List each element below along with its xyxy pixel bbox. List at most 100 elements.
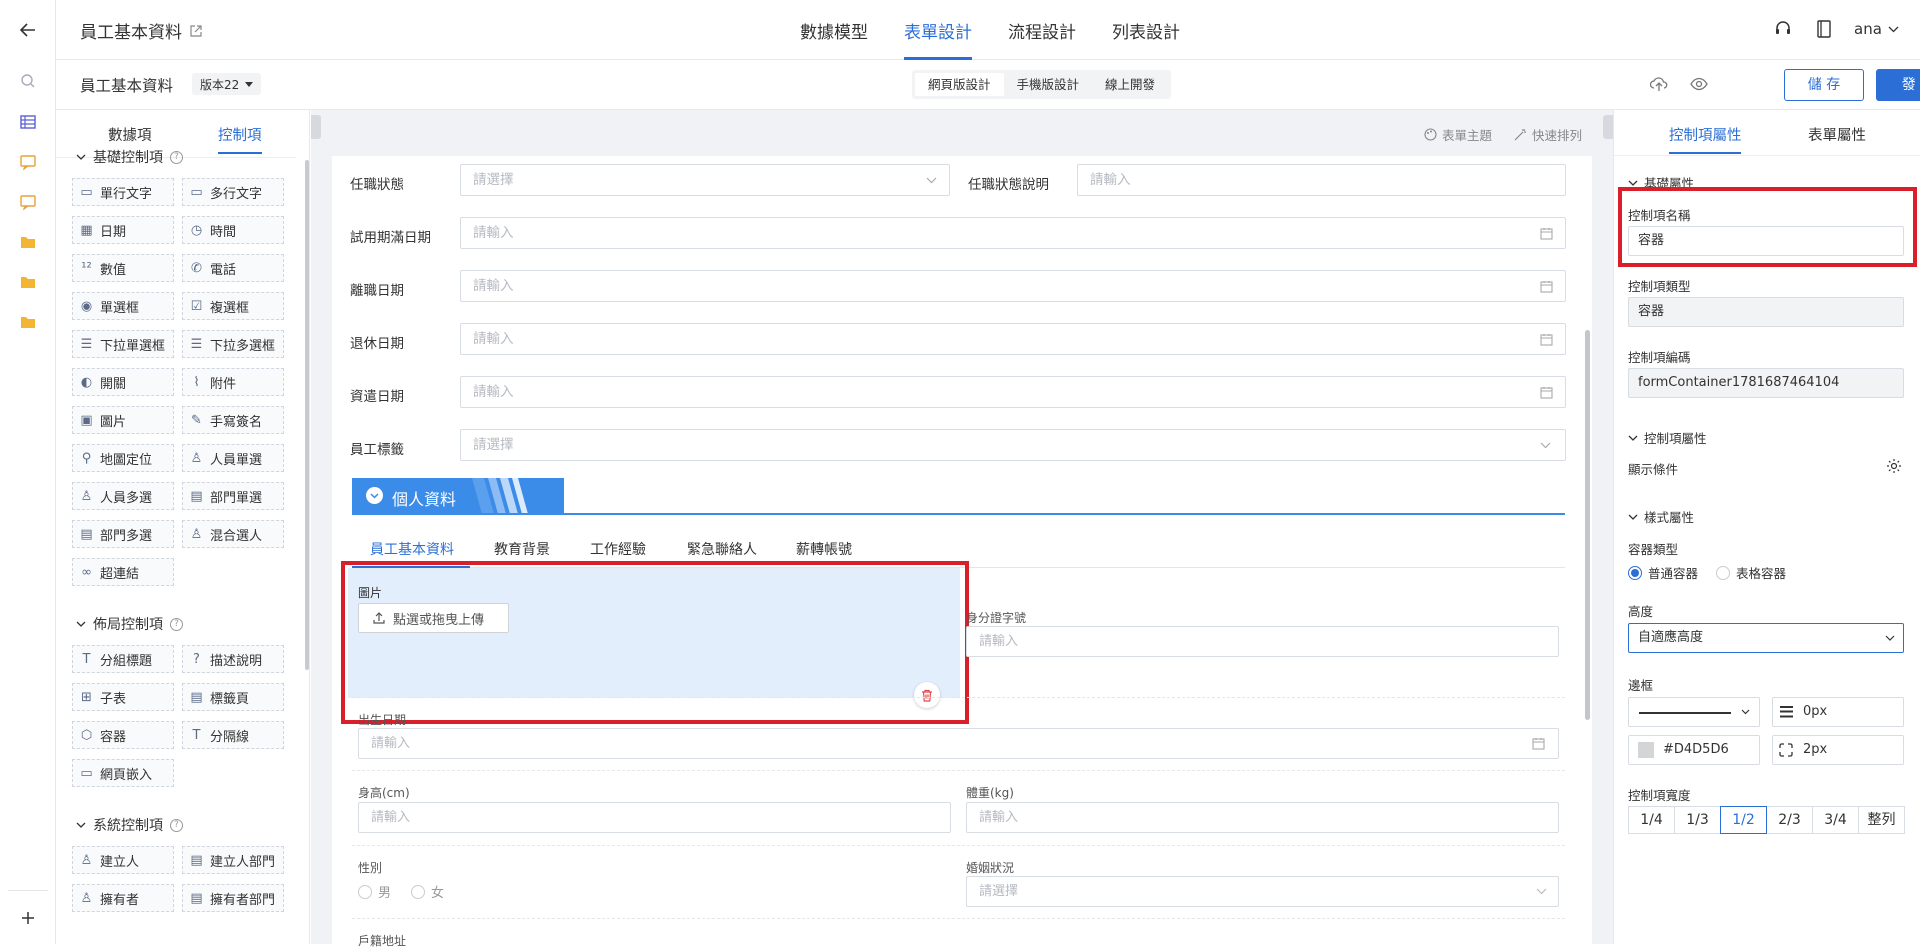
chat-icon[interactable] bbox=[17, 151, 39, 173]
user-menu[interactable]: ana bbox=[1854, 20, 1899, 38]
control-item-rect[interactable]: ▭ 多行文字 bbox=[182, 178, 284, 206]
collapse-circle-icon[interactable] bbox=[366, 487, 383, 504]
control-item-image[interactable]: ▣ 圖片 bbox=[72, 406, 174, 434]
mode-mobile[interactable]: 手機版設計 bbox=[1004, 73, 1093, 96]
width-option-button[interactable]: 1/2 bbox=[1720, 806, 1767, 834]
section-header[interactable] bbox=[352, 478, 564, 514]
plus-icon[interactable] bbox=[17, 907, 39, 929]
radio-table-container[interactable] bbox=[1716, 565, 1731, 580]
row-input[interactable]: 請輸入 bbox=[1077, 164, 1566, 196]
height-select[interactable]: 自適應高度 bbox=[1628, 623, 1904, 653]
group-title[interactable]: 佈局控制項? bbox=[76, 614, 183, 634]
width-option-button[interactable]: 2/3 bbox=[1766, 806, 1813, 834]
tab-list-design[interactable]: 列表設計 bbox=[1112, 18, 1180, 60]
subtab[interactable]: 緊急聯絡人 bbox=[687, 539, 757, 559]
control-item-web[interactable]: ▭ 網頁嵌入 bbox=[72, 759, 174, 787]
row-input[interactable]: 請選擇 bbox=[460, 429, 1566, 461]
folder-icon[interactable] bbox=[17, 271, 39, 293]
tab-controls[interactable]: 控制項 bbox=[218, 124, 262, 154]
id-input[interactable]: 請輸入 bbox=[966, 626, 1559, 657]
control-item-num[interactable]: ¹² 數值 bbox=[72, 254, 174, 282]
marital-select[interactable]: 請選擇 bbox=[966, 876, 1559, 907]
control-item-T[interactable]: T 分隔線 bbox=[182, 721, 284, 749]
search-icon[interactable] bbox=[17, 70, 39, 92]
control-item-clip[interactable]: ⌇ 附件 bbox=[182, 368, 284, 396]
control-item-radio[interactable]: ◉ 單選框 bbox=[72, 292, 174, 320]
style-props-section[interactable]: 樣式屬性 bbox=[1628, 507, 1694, 526]
color-swatch[interactable] bbox=[1638, 742, 1654, 758]
help-icon[interactable]: ? bbox=[170, 617, 183, 631]
control-item-pin[interactable]: ⚲ 地圖定位 bbox=[72, 444, 174, 472]
headset-icon[interactable] bbox=[1774, 20, 1792, 38]
folder-icon[interactable] bbox=[17, 311, 39, 333]
subtab[interactable]: 工作經驗 bbox=[590, 539, 646, 559]
control-item-cube[interactable]: ⬡ 容器 bbox=[72, 721, 174, 749]
height-input[interactable]: 請輸入 bbox=[358, 802, 951, 833]
control-item-list[interactable]: ☰ 下拉多選框 bbox=[182, 330, 284, 358]
control-item-tab[interactable]: ▤ 標籤頁 bbox=[182, 683, 284, 711]
control-item-users[interactable]: ♙ 人員多選 bbox=[72, 482, 174, 510]
control-item-dept[interactable]: ▤ 部門多選 bbox=[72, 520, 174, 548]
help-icon[interactable]: ? bbox=[170, 818, 183, 832]
control-item-T[interactable]: T 分組標題 bbox=[72, 645, 174, 673]
birth-input[interactable]: 請輸入 bbox=[358, 728, 1559, 759]
control-item-user[interactable]: ♙ 建立人 bbox=[72, 846, 174, 874]
control-item-clock[interactable]: ◷ 時間 bbox=[182, 216, 284, 244]
control-item-grid[interactable]: ⊞ 子表 bbox=[72, 683, 174, 711]
group-title[interactable]: 系統控制項? bbox=[76, 815, 183, 835]
version-select[interactable]: 版本22 bbox=[192, 73, 262, 95]
control-item-link[interactable]: ∞ 超連結 bbox=[72, 558, 174, 586]
group-title[interactable]: 基礎控制項? bbox=[76, 147, 183, 167]
back-arrow-icon[interactable] bbox=[17, 19, 39, 41]
control-item-check[interactable]: ☑ 複選框 bbox=[182, 292, 284, 320]
tab-control-props[interactable]: 控制項屬性 bbox=[1669, 124, 1742, 145]
radio-male[interactable] bbox=[358, 884, 372, 899]
width-option-button[interactable]: 3/4 bbox=[1812, 806, 1859, 834]
control-item-help[interactable]: ? 描述說明 bbox=[182, 645, 284, 673]
tab-form-design[interactable]: 表單設計 bbox=[904, 18, 972, 60]
subtab[interactable]: 薪轉帳號 bbox=[796, 539, 852, 559]
control-item-users[interactable]: ♙ 混合選人 bbox=[182, 520, 284, 548]
row-input[interactable]: 請輸入 bbox=[460, 376, 1566, 408]
control-item-pen[interactable]: ✎ 手寫簽名 bbox=[182, 406, 284, 434]
tab-data-model[interactable]: 數據模型 bbox=[800, 18, 868, 60]
help-icon[interactable]: ? bbox=[170, 150, 183, 164]
tab-data-items[interactable]: 數據項 bbox=[108, 124, 152, 145]
publish-button[interactable]: 發 布 bbox=[1876, 69, 1920, 101]
control-item-user[interactable]: ♙ 人員單選 bbox=[182, 444, 284, 472]
external-link-icon[interactable] bbox=[190, 24, 202, 37]
gear-icon[interactable] bbox=[1886, 458, 1902, 474]
control-item-list[interactable]: ☰ 下拉單選框 bbox=[72, 330, 174, 358]
collapse-left-handle[interactable] bbox=[311, 115, 321, 139]
width-option-button[interactable]: 整列 bbox=[1858, 806, 1905, 834]
folder-icon[interactable] bbox=[17, 231, 39, 253]
width-option-button[interactable]: 1/3 bbox=[1674, 806, 1721, 834]
row-input[interactable]: 請輸入 bbox=[460, 323, 1566, 355]
chat-icon[interactable] bbox=[17, 191, 39, 213]
control-item-toggle[interactable]: ◐ 開關 bbox=[72, 368, 174, 396]
tab-form-props[interactable]: 表單屬性 bbox=[1808, 124, 1866, 145]
subtab[interactable]: 員工基本資料 bbox=[370, 539, 454, 559]
border-style-select[interactable] bbox=[1628, 697, 1760, 727]
weight-input[interactable]: 請輸入 bbox=[966, 802, 1559, 833]
mode-web[interactable]: 網頁版設計 bbox=[915, 73, 1004, 96]
collapse-right-handle[interactable] bbox=[1603, 115, 1613, 139]
control-item-user[interactable]: ♙ 擁有者 bbox=[72, 884, 174, 912]
control-item-cal[interactable]: ▦ 日期 bbox=[72, 216, 174, 244]
book-icon[interactable] bbox=[1816, 20, 1832, 38]
control-item-dept[interactable]: ▤ 擁有者部門 bbox=[182, 884, 284, 912]
quick-arrange-link[interactable]: 快速排列 bbox=[1514, 125, 1582, 144]
left-panel-scrollbar[interactable] bbox=[305, 160, 309, 670]
radio-female[interactable] bbox=[411, 884, 426, 899]
table-icon[interactable] bbox=[17, 111, 39, 133]
control-item-dept[interactable]: ▤ 建立人部門 bbox=[182, 846, 284, 874]
cloud-upload-icon[interactable] bbox=[1650, 76, 1668, 92]
tab-flow-design[interactable]: 流程設計 bbox=[1008, 18, 1076, 60]
row-input[interactable]: 請選擇 bbox=[460, 164, 950, 196]
mode-online-dev[interactable]: 線上開發 bbox=[1092, 73, 1168, 96]
row-input[interactable]: 請輸入 bbox=[460, 270, 1566, 302]
subtab[interactable]: 教育背景 bbox=[494, 539, 550, 559]
radio-normal-container[interactable] bbox=[1628, 565, 1642, 580]
form-theme-link[interactable]: 表單主題 bbox=[1424, 125, 1492, 144]
control-item-phone[interactable]: ✆ 電話 bbox=[182, 254, 284, 282]
